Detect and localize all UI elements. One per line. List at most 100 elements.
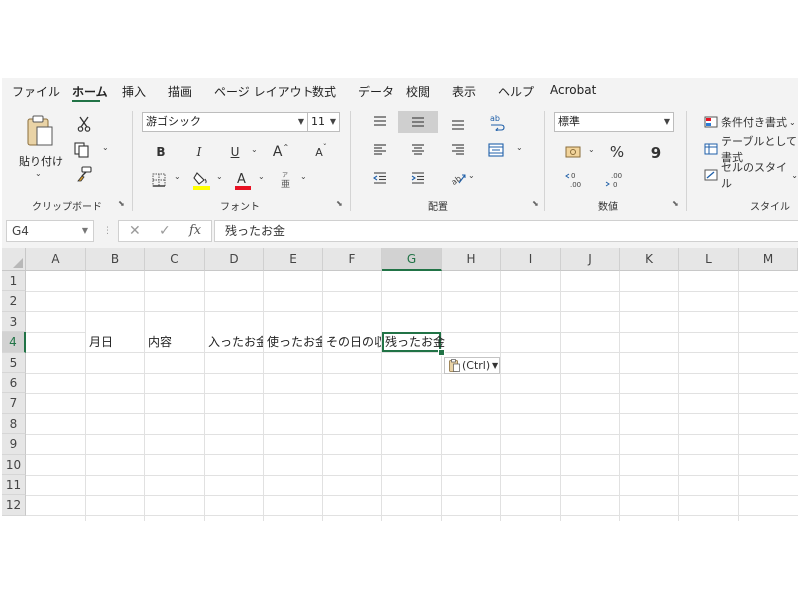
column-header-d[interactable]: D — [205, 248, 264, 271]
insert-function-icon[interactable]: fx — [189, 223, 201, 238]
paste-label[interactable]: 貼り付け — [19, 153, 63, 169]
clipboard-launcher-icon[interactable]: ⬊ — [118, 200, 125, 208]
select-all-button[interactable] — [2, 248, 26, 271]
row-header-7[interactable]: 7 — [2, 393, 26, 414]
accounting-format-button[interactable] — [564, 143, 584, 161]
merge-dropdown-icon[interactable]: ⌄ — [516, 143, 523, 152]
tab-help[interactable]: ヘルプ — [498, 83, 534, 100]
cell-styles-button[interactable]: セルのスタイル ⌄ — [704, 161, 798, 190]
paste-dropdown-icon[interactable]: ⌄ — [35, 169, 42, 178]
font-launcher-icon[interactable]: ⬊ — [336, 200, 343, 208]
tab-draw[interactable]: 描画 — [168, 83, 192, 100]
row-header-10[interactable]: 10 — [2, 454, 26, 475]
row-header-12[interactable]: 12 — [2, 495, 26, 516]
borders-dropdown-icon[interactable]: ⌄ — [174, 172, 181, 181]
font-size-select[interactable]: 11 ▼ — [307, 112, 340, 132]
borders-button[interactable] — [150, 171, 168, 189]
decrease-indent-button[interactable] — [370, 169, 390, 187]
row-header-1[interactable]: 1 — [2, 271, 26, 292]
orientation-button[interactable]: ab — [448, 169, 468, 187]
column-header-k[interactable]: K — [620, 248, 679, 271]
phonetic-dropdown-icon[interactable]: ⌄ — [300, 172, 307, 181]
column-header-j[interactable]: J — [561, 248, 620, 271]
tab-acrobat[interactable]: Acrobat — [550, 83, 596, 97]
fill-handle[interactable] — [438, 349, 445, 356]
align-left-button[interactable] — [370, 141, 390, 159]
row-header-6[interactable]: 6 — [2, 373, 26, 394]
grow-font-button[interactable]: A ⌃ — [270, 143, 292, 161]
cancel-icon[interactable]: ✕ — [129, 223, 141, 239]
cell-c4[interactable]: 内容 — [145, 332, 204, 353]
align-bottom-button[interactable] — [448, 115, 468, 133]
underline-dropdown-icon[interactable]: ⌄ — [251, 145, 258, 154]
orientation-dropdown-icon[interactable]: ⌄ — [468, 171, 475, 180]
decrease-decimal-button[interactable]: .00 0 — [604, 169, 626, 189]
paste-options-button[interactable]: (Ctrl) ▼ — [444, 357, 500, 374]
font-color-button[interactable]: A — [234, 169, 252, 191]
number-launcher-icon[interactable]: ⬊ — [672, 200, 679, 208]
column-header-b[interactable]: B — [86, 248, 145, 271]
phonetic-button[interactable]: ア亜 — [276, 169, 296, 191]
number-format-select[interactable]: 標準 ▼ — [554, 112, 674, 132]
tab-review[interactable]: 校閲 — [406, 83, 430, 100]
tab-formulas[interactable]: 数式 — [312, 83, 336, 100]
italic-button[interactable]: I — [190, 143, 208, 161]
row-header-4[interactable]: 4 — [2, 332, 26, 353]
column-header-g[interactable]: G — [382, 248, 442, 271]
bold-button[interactable]: B — [152, 143, 170, 161]
shrink-font-button[interactable]: Aˇ — [310, 143, 332, 161]
font-color-dropdown-icon[interactable]: ⌄ — [258, 172, 265, 181]
cell-b4[interactable]: 月日 — [86, 332, 144, 353]
row-header-3[interactable]: 3 — [2, 311, 26, 333]
row-header-11[interactable]: 11 — [2, 475, 26, 496]
column-header-l[interactable]: L — [679, 248, 739, 271]
tab-page-layout[interactable]: ページ レイアウト — [214, 83, 314, 100]
increase-decimal-button[interactable]: 0.00 — [564, 169, 586, 189]
alignment-launcher-icon[interactable]: ⬊ — [532, 200, 539, 208]
tab-file[interactable]: ファイル — [12, 83, 60, 100]
cell-f4[interactable]: その日の収支 — [323, 332, 381, 353]
name-box[interactable]: G4 ▼ — [6, 220, 94, 242]
align-middle-button[interactable] — [408, 113, 428, 131]
copy-button[interactable] — [72, 141, 92, 159]
format-painter-button[interactable] — [74, 165, 94, 183]
cut-button[interactable] — [74, 115, 94, 133]
align-top-button[interactable] — [370, 113, 390, 131]
column-header-a[interactable]: A — [26, 248, 86, 271]
fill-color-button[interactable] — [192, 169, 212, 191]
row-header-2[interactable]: 2 — [2, 291, 26, 312]
accounting-dropdown-icon[interactable]: ⌄ — [588, 145, 595, 154]
wrap-text-button[interactable]: ab — [486, 111, 508, 133]
column-header-i[interactable]: I — [501, 248, 561, 271]
column-header-f[interactable]: F — [323, 248, 382, 271]
tab-insert[interactable]: 挿入 — [122, 83, 146, 100]
active-cell-g4[interactable]: 残ったお金 — [382, 332, 445, 352]
increase-indent-button[interactable] — [408, 169, 428, 187]
tab-data[interactable]: データ — [358, 83, 394, 100]
formula-input[interactable]: 残ったお金 — [214, 220, 798, 242]
percent-style-button[interactable]: % — [606, 143, 628, 161]
column-header-e[interactable]: E — [264, 248, 323, 271]
row-header-9[interactable]: 9 — [2, 434, 26, 455]
cell-e4[interactable]: 使ったお金 — [264, 332, 322, 353]
formula-bar-grip-icon[interactable]: ⋮ — [103, 226, 112, 236]
align-center-button[interactable] — [408, 141, 428, 159]
confirm-icon[interactable]: ✓ — [159, 223, 171, 239]
row-header-8[interactable]: 8 — [2, 413, 26, 435]
column-header-m[interactable]: M — [739, 248, 798, 271]
format-as-table-button[interactable]: テーブルとして書式 — [704, 135, 798, 164]
underline-button[interactable]: U — [226, 143, 244, 161]
copy-dropdown-icon[interactable]: ⌄ — [102, 143, 109, 152]
conditional-formatting-button[interactable]: 条件付き書式 ⌄ — [704, 113, 798, 131]
align-right-button[interactable] — [448, 141, 468, 159]
column-header-c[interactable]: C — [145, 248, 205, 271]
row-header-5[interactable]: 5 — [2, 352, 26, 373]
comma-style-button[interactable]: 9 — [646, 143, 666, 162]
merge-center-button[interactable] — [486, 141, 506, 159]
tab-view[interactable]: 表示 — [452, 83, 476, 100]
paste-button[interactable] — [20, 113, 60, 149]
font-name-select[interactable]: 游ゴシック ▼ — [142, 112, 308, 132]
column-header-h[interactable]: H — [442, 248, 501, 271]
fill-color-dropdown-icon[interactable]: ⌄ — [216, 172, 223, 181]
tab-home[interactable]: ホーム — [72, 83, 108, 100]
